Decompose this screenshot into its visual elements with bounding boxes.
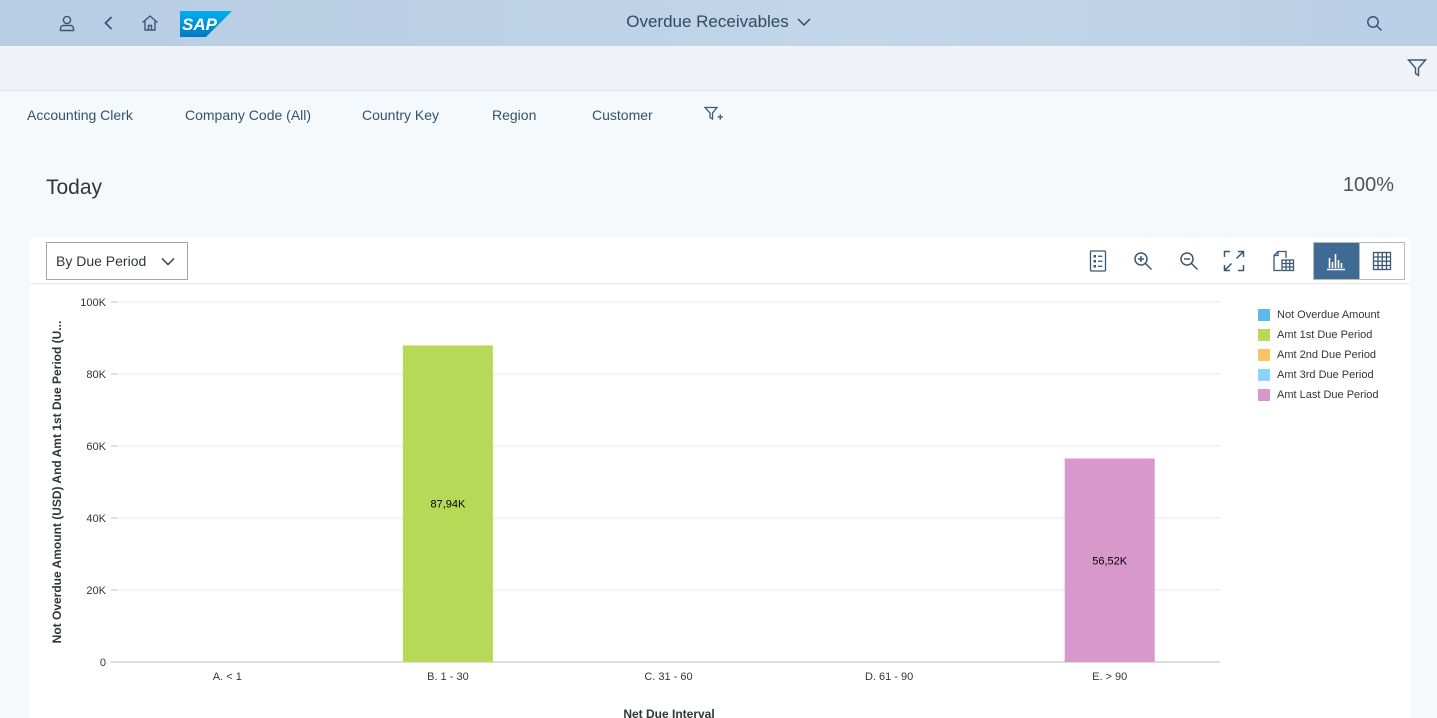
legend-swatch [1258,389,1270,401]
user-button[interactable] [53,9,81,37]
chevron-down-icon [161,257,175,265]
legend-item[interactable]: Amt 1st Due Period [1258,325,1380,345]
app-title-menu[interactable]: Overdue Receivables [626,12,811,32]
legend-swatch [1258,309,1270,321]
app-title: Overdue Receivables [626,12,789,31]
legend-label: Amt Last Due Period [1277,389,1379,401]
filter-icon [1406,59,1428,77]
home-button[interactable] [136,9,164,37]
legend-label: Amt 1st Due Period [1277,329,1373,341]
legend-item[interactable]: Amt 2nd Due Period [1258,345,1380,365]
legend-label: Amt 3rd Due Period [1277,369,1374,381]
chart-table-toggle [1313,242,1405,280]
chart-card [30,238,1410,718]
user-icon [59,15,75,32]
view-select-value: By Due Period [56,253,147,269]
table-icon [1372,251,1392,271]
legend-label: Amt 2nd Due Period [1277,349,1377,361]
home-icon [142,15,158,31]
back-icon [104,16,113,30]
filter-company-code[interactable]: Company Code (All) [185,107,311,123]
column-chart-icon [1327,254,1346,271]
kpi-percent: 100% [1342,174,1394,196]
legend-item[interactable]: Not Overdue Amount [1258,305,1380,325]
shell-bar: SAP Overdue Receivables [0,0,1437,46]
legend-item[interactable]: Amt 3rd Due Period [1258,365,1380,385]
legend-icon [1089,250,1107,272]
zoom-out-icon [1180,252,1199,271]
search-button[interactable] [1360,9,1388,37]
zoom-in-button[interactable] [1127,244,1159,278]
back-button[interactable] [95,9,123,37]
filter-customer[interactable]: Customer [592,107,653,123]
legend-item[interactable]: Amt Last Due Period [1258,385,1380,405]
filter-button[interactable] [1406,58,1429,80]
chart-view-button[interactable] [1314,243,1359,279]
filter-country-key[interactable]: Country Key [362,107,439,123]
zoom-out-button[interactable] [1173,244,1205,278]
legend-swatch [1258,329,1270,341]
chevron-down-icon [797,18,811,27]
chart-settings-icon [1273,250,1295,272]
chart-legend: Not Overdue Amount Amt 1st Due Period Amt … [1258,305,1380,405]
full-screen-icon [1223,250,1245,272]
full-screen-button[interactable] [1218,244,1250,278]
zoom-in-icon [1134,252,1153,271]
legend-toggle-button[interactable] [1082,244,1114,278]
kpi-title: Today [46,176,103,199]
legend-label: Not Overdue Amount [1277,309,1380,321]
toolbar-divider [30,283,1410,284]
search-icon [1366,15,1382,31]
legend-swatch [1258,369,1270,381]
sub-header-bar [0,46,1437,91]
add-filter-button[interactable] [703,106,724,124]
sap-logo: SAP [180,11,232,37]
sap-logo-text: SAP [182,15,218,34]
filter-region[interactable]: Region [492,107,536,123]
table-view-button[interactable] [1358,243,1404,279]
view-select[interactable]: By Due Period [46,242,188,280]
filter-accounting-clerk[interactable]: Accounting Clerk [27,107,133,123]
legend-swatch [1258,349,1270,361]
add-filter-icon [703,106,723,121]
personalize-chart-button[interactable] [1267,244,1299,278]
